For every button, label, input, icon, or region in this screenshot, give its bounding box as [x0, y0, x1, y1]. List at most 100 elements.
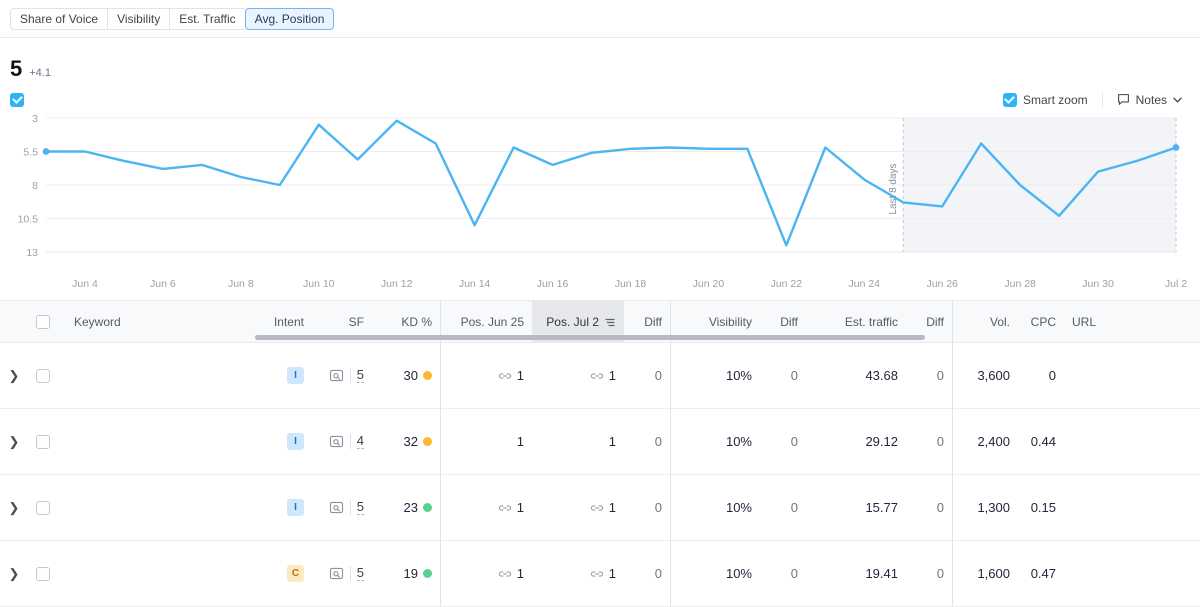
kd-value: 32 — [403, 434, 418, 449]
table-row[interactable]: ❯ I 5 23 1 1 0 10% 0 15.77 0 1,300 0.15 — [0, 474, 1200, 541]
cell-expand: ❯ — [0, 475, 28, 541]
table-row[interactable]: ❯ I 5 30 1 1 0 10% 0 43.68 0 3,600 0 — [0, 342, 1200, 409]
intent-badge[interactable]: I — [287, 433, 304, 450]
expand-row-chevron-icon[interactable]: ❯ — [8, 434, 20, 450]
select-all-checkbox[interactable] — [36, 314, 50, 329]
serp-features-count[interactable]: 5 — [356, 368, 364, 383]
column-header-vol[interactable]: Vol. — [952, 300, 1018, 343]
cell-vis_diff: 0 — [760, 475, 806, 541]
cell-visibility: 10% — [670, 342, 760, 409]
serp-feature-icon[interactable] — [329, 434, 344, 449]
cell-value-traffic: 19.41 — [865, 566, 898, 581]
position-value: 1 — [608, 500, 616, 515]
position-cell: 1 — [590, 368, 616, 383]
serp-feature-icon[interactable] — [329, 500, 344, 515]
series-end-point[interactable] — [1172, 144, 1180, 151]
column-header-url[interactable]: URL — [1064, 301, 1200, 343]
metric-tab-avg-position[interactable]: Avg. Position — [244, 7, 335, 30]
smart-zoom-control[interactable]: Smart zoom — [1002, 92, 1088, 107]
smart-zoom-checkbox[interactable] — [1002, 92, 1017, 107]
position-value: 1 — [516, 434, 524, 449]
avg-position-chart[interactable]: 3 5.5 8 10.5 13 Last 8 days — [0, 110, 1200, 280]
column-header-label: Intent — [273, 314, 304, 329]
serp-features-cell[interactable]: 5 — [329, 500, 364, 515]
column-header-label: SF — [348, 314, 364, 329]
series-start-point[interactable] — [42, 148, 50, 155]
expand-row-chevron-icon[interactable]: ❯ — [8, 500, 20, 516]
table-row[interactable]: ❯ I 4 32 1 1 0 10% 0 29.12 0 2,400 0.44 — [0, 408, 1200, 475]
serp-features-count[interactable]: 4 — [356, 434, 364, 449]
cell-value-pos_diff: 0 — [654, 368, 662, 383]
cell-pos_diff: 0 — [624, 409, 670, 475]
row-select-checkbox[interactable] — [36, 434, 50, 449]
row-select-checkbox[interactable] — [36, 368, 50, 383]
metric-value: 5 — [10, 56, 23, 81]
position-value: 1 — [608, 434, 616, 449]
cell-pos_cur: 1 — [532, 541, 624, 607]
serp-features-cell[interactable]: 4 — [329, 434, 364, 449]
metric-tab-est-traffic[interactable]: Est. Traffic — [169, 7, 245, 30]
cell-kd: 23 — [372, 475, 440, 541]
expand-row-chevron-icon[interactable]: ❯ — [8, 368, 20, 384]
intent-badge[interactable]: I — [287, 367, 304, 384]
metric-segmented-control[interactable]: Share of Voice Visibility Est. Traffic Avg.… — [10, 7, 335, 30]
sort-icon[interactable] — [604, 316, 616, 328]
position-value: 1 — [516, 566, 524, 581]
cell-traf_diff: 0 — [906, 343, 952, 409]
horizontal-scrollbar[interactable] — [255, 335, 925, 340]
serp-features-count[interactable]: 5 — [356, 500, 364, 515]
x-axis-tick-label: Jun 10 — [302, 278, 335, 290]
expand-row-chevron-icon[interactable]: ❯ — [8, 566, 20, 582]
column-header-label: Vol. — [989, 314, 1010, 329]
cell-intent: I — [256, 343, 312, 409]
serp-feature-icon[interactable] — [329, 566, 344, 581]
cell-value-cpc: 0.15 — [1030, 500, 1056, 515]
cell-value-traffic: 43.68 — [865, 368, 898, 383]
table-body: ❯ I 5 30 1 1 0 10% 0 43.68 0 3,600 0 ❯ I 4 32 1 1 0 10% 0 29.1… — [0, 342, 1200, 607]
y-axis-tick-label: 5.5 — [23, 147, 38, 159]
serp-features-count[interactable]: 5 — [356, 566, 364, 581]
row-select-checkbox[interactable] — [36, 566, 50, 581]
cell-sf: 4 — [312, 409, 372, 475]
position-cell: 1 — [517, 434, 524, 449]
series-toggle-checkbox[interactable] — [10, 92, 24, 107]
column-header-keyword[interactable]: Keyword — [66, 301, 256, 343]
cell-expand: ❯ — [0, 409, 28, 475]
intent-badge[interactable]: I — [287, 499, 304, 516]
link-icon — [498, 570, 511, 577]
cell-select — [28, 541, 66, 607]
intent-badge[interactable]: C — [287, 565, 304, 582]
kd-value: 30 — [403, 368, 418, 383]
column-header-label: Keyword — [74, 314, 121, 329]
cell-value-vis_diff: 0 — [790, 368, 798, 383]
notes-button[interactable]: Notes — [1117, 93, 1182, 107]
link-icon — [498, 372, 511, 379]
cell-traffic: 19.41 — [806, 541, 906, 607]
cell-vis_diff: 0 — [760, 343, 806, 409]
cell-traf_diff: 0 — [906, 541, 952, 607]
metric-tab-visibility[interactable]: Visibility — [107, 7, 170, 30]
cell-traffic: 43.68 — [806, 343, 906, 409]
cell-value-traffic: 15.77 — [865, 500, 898, 515]
position-cell: 1 — [498, 368, 524, 383]
chart-x-axis: Jun 4 Jun 6 Jun 8 Jun 10 Jun 12 Jun 14 Jun 16 J… — [0, 278, 1200, 300]
cell-value-cpc: 0.44 — [1030, 434, 1056, 449]
cell-sf: 5 — [312, 475, 372, 541]
cell-keyword — [66, 541, 256, 607]
serp-features-cell[interactable]: 5 — [329, 566, 364, 581]
serp-feature-icon[interactable] — [329, 368, 344, 383]
cell-value-vol: 3,600 — [977, 368, 1010, 383]
cell-expand: ❯ — [0, 541, 28, 607]
cell-pos_diff: 0 — [624, 343, 670, 409]
cell-value-vol: 1,300 — [977, 500, 1010, 515]
chart-plot-area[interactable]: 3 5.5 8 10.5 13 Last 8 days — [0, 110, 1200, 275]
cell-pos_prev: 1 — [440, 540, 532, 607]
serp-features-cell[interactable]: 5 — [329, 368, 364, 383]
table-row[interactable]: ❯ C 5 19 1 1 0 10% 0 19.41 0 1,600 0.47 — [0, 540, 1200, 607]
cell-value-pos_diff: 0 — [654, 500, 662, 515]
metric-tab-share-of-voice[interactable]: Share of Voice — [10, 7, 108, 30]
x-axis-tick-label: Jun 8 — [227, 278, 254, 290]
column-header-cpc[interactable]: CPC — [1018, 301, 1064, 343]
row-select-checkbox[interactable] — [36, 500, 50, 515]
cell-intent: I — [256, 475, 312, 541]
